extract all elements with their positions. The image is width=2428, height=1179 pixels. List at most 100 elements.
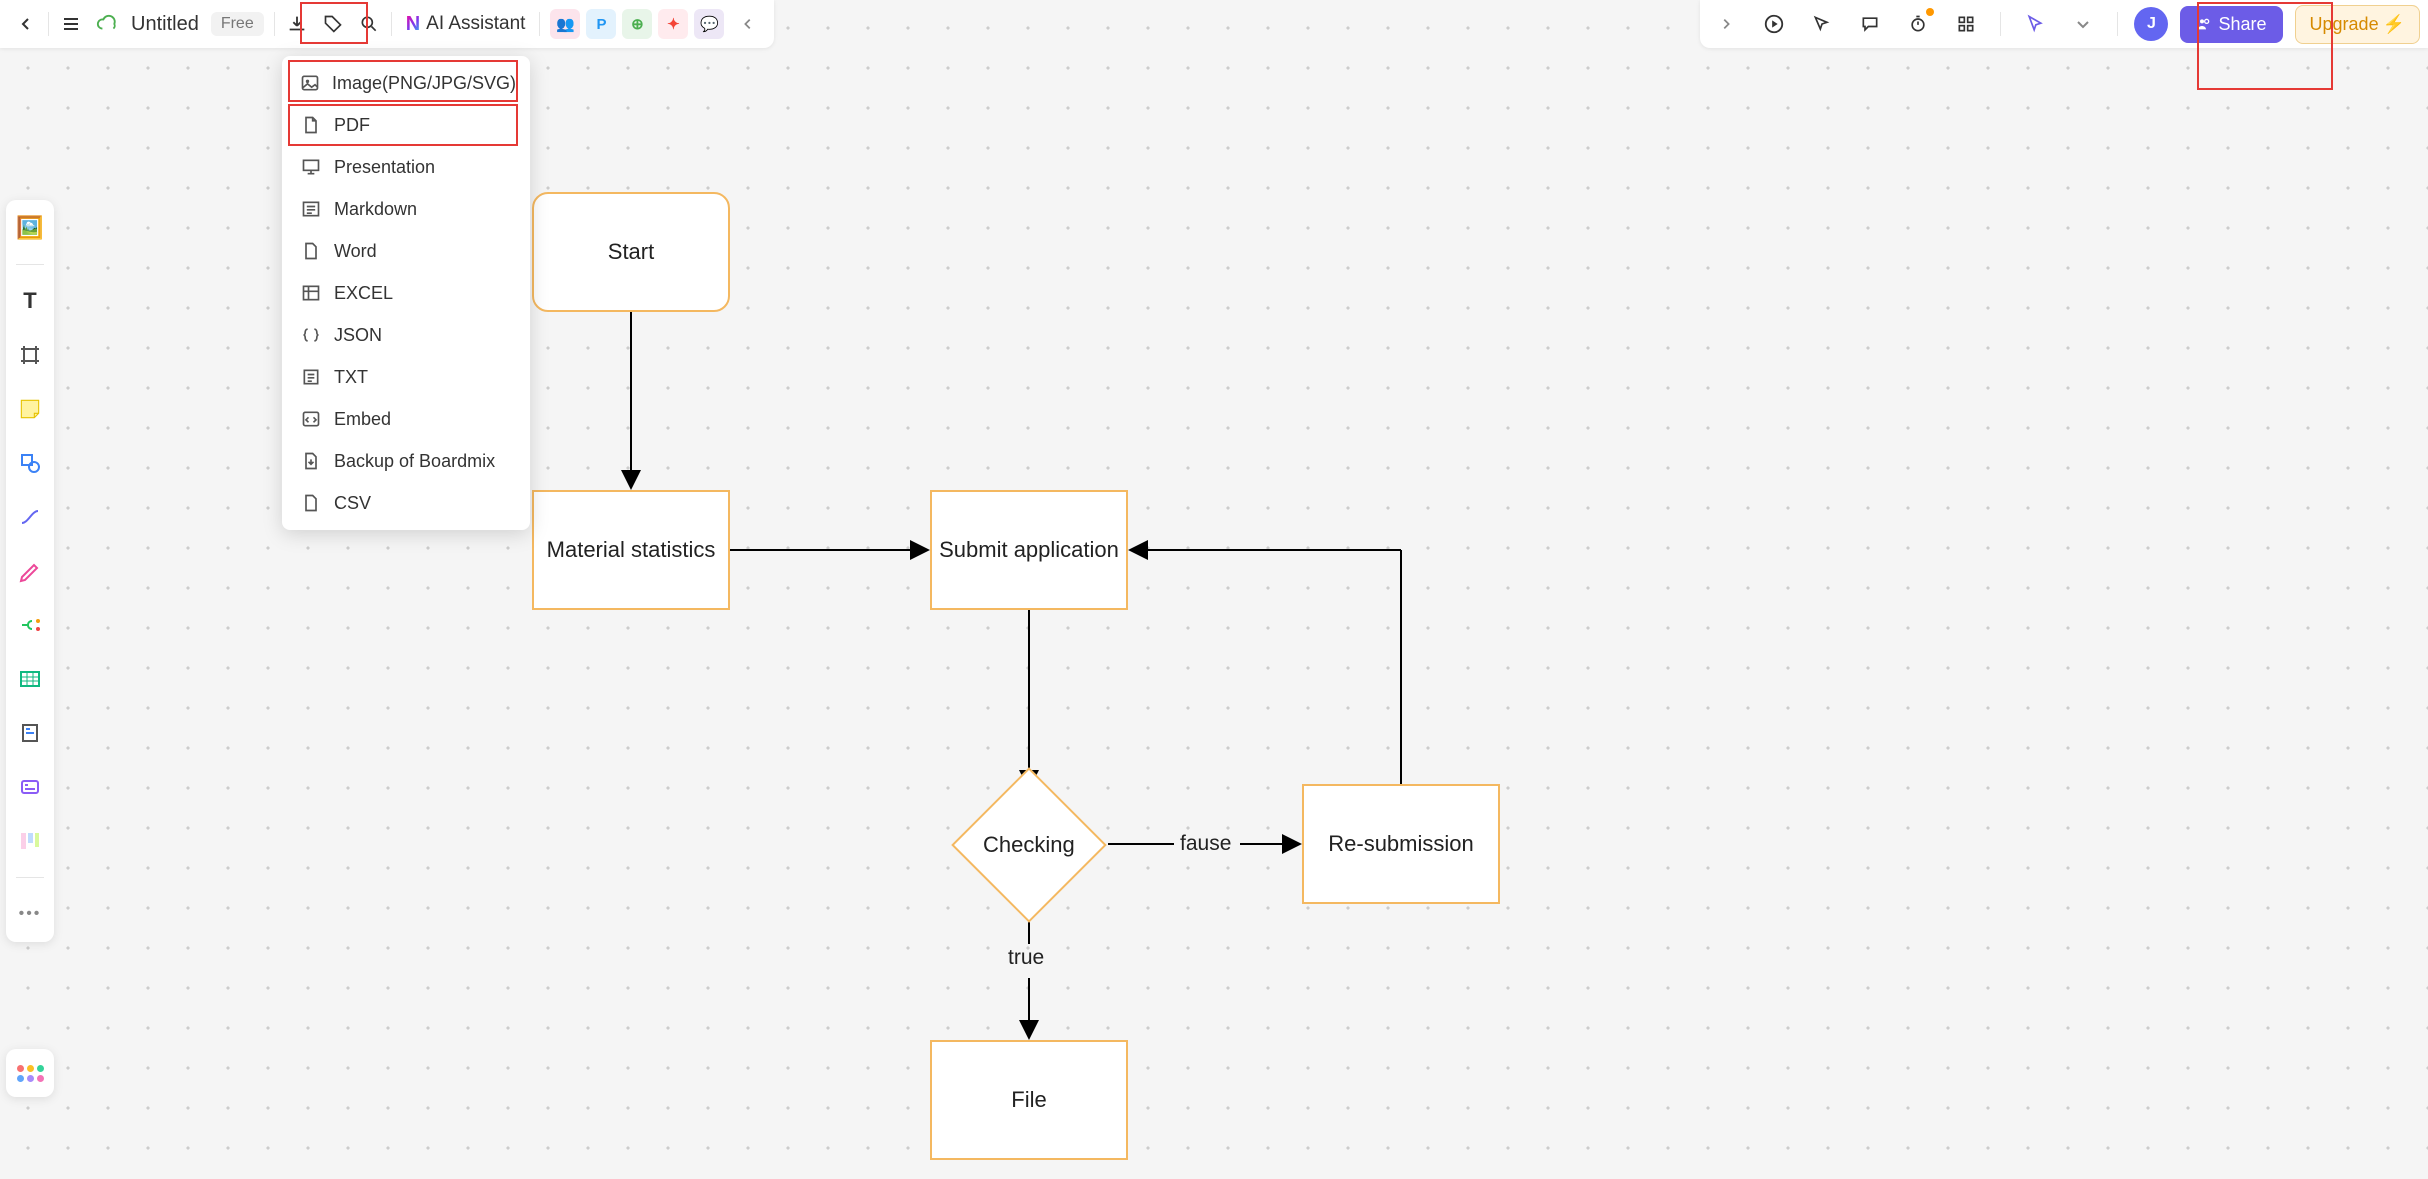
tool-table[interactable] (12, 661, 48, 697)
chevron-right-small-icon (1719, 17, 1733, 31)
tool-frame[interactable] (12, 337, 48, 373)
tag-button[interactable] (315, 6, 351, 42)
tool-shape[interactable] (12, 445, 48, 481)
chevron-left-icon (18, 16, 34, 32)
upgrade-button[interactable]: Upgrade ⚡ (2295, 5, 2420, 44)
more-tools-button[interactable] (2065, 6, 2101, 42)
chevron-left-small-icon (741, 17, 755, 31)
download-icon (286, 13, 308, 35)
edge-label-true: true (1008, 946, 1044, 970)
node-start[interactable]: Start (532, 192, 730, 312)
export-txt[interactable]: TXT (282, 356, 530, 398)
ai-assistant-button[interactable]: N AI Assistant (396, 6, 536, 42)
cursor-button[interactable] (1804, 6, 1840, 42)
tool-more[interactable]: ••• (12, 896, 48, 932)
comment-button[interactable] (1852, 6, 1888, 42)
export-image[interactable]: Image(PNG/JPG/SVG) (282, 62, 530, 104)
export-button[interactable] (279, 6, 315, 42)
user-avatar[interactable]: J (2134, 7, 2168, 41)
word-icon (300, 240, 322, 262)
export-backup[interactable]: Backup of Boardmix (282, 440, 530, 482)
node-start-label: Start (608, 239, 654, 265)
export-pdf[interactable]: PDF (282, 104, 530, 146)
pointer-mode-button[interactable] (2017, 6, 2053, 42)
search-button[interactable] (351, 6, 387, 42)
share-button[interactable]: Share (2180, 6, 2282, 43)
pointer-icon (2025, 14, 2045, 34)
collapse-left-button[interactable] (730, 6, 766, 42)
cloud-sync-button[interactable] (89, 6, 125, 42)
topbar-left: Untitled Free N AI Assistant 👥 P ⊕ ✦ 💬 (0, 0, 774, 48)
chip-chat-icon[interactable]: 💬 (694, 9, 724, 39)
tool-kanban[interactable] (12, 823, 48, 859)
back-button[interactable] (8, 6, 44, 42)
backup-icon (300, 450, 322, 472)
menu-button[interactable] (53, 6, 89, 42)
export-presentation[interactable]: Presentation (282, 146, 530, 188)
tool-text[interactable]: T (12, 283, 48, 319)
chip-people-icon[interactable]: 👥 (550, 9, 580, 39)
grid-icon (1956, 14, 1976, 34)
speech-bubble-icon (1860, 14, 1880, 34)
side-apps-button[interactable] (6, 1049, 54, 1097)
chip-flow-icon[interactable]: ✦ (658, 9, 688, 39)
plan-badge: Free (211, 12, 264, 36)
mindmap-icon (18, 613, 42, 637)
export-image-label: Image(PNG/JPG/SVG) (332, 73, 516, 94)
cursor-sparkle-icon (1812, 14, 1832, 34)
export-markdown-label: Markdown (334, 199, 417, 220)
timer-button[interactable] (1900, 6, 1936, 42)
node-material[interactable]: Material statistics (532, 490, 730, 610)
ai-assistant-label: AI Assistant (426, 13, 525, 35)
node-submit-label: Submit application (939, 537, 1119, 563)
node-file[interactable]: File (930, 1040, 1128, 1160)
tool-card[interactable] (12, 769, 48, 805)
hamburger-icon (61, 14, 81, 34)
share-label: Share (2218, 14, 2266, 35)
excel-icon (300, 282, 322, 304)
expand-right-button[interactable] (1708, 6, 1744, 42)
templates-icon: 🖼️ (16, 215, 43, 241)
chevron-down-icon (2075, 16, 2091, 32)
node-resub-label: Re-submission (1328, 831, 1474, 857)
markdown-icon (300, 198, 322, 220)
node-material-label: Material statistics (547, 537, 716, 563)
export-word[interactable]: Word (282, 230, 530, 272)
curve-icon (18, 505, 42, 529)
chip-org-icon[interactable]: ⊕ (622, 9, 652, 39)
tool-doc[interactable] (12, 715, 48, 751)
kanban-icon (18, 829, 42, 853)
sticky-note-icon (17, 396, 43, 422)
embed-icon (300, 408, 322, 430)
tool-templates[interactable]: 🖼️ (12, 210, 48, 246)
export-embed[interactable]: Embed (282, 398, 530, 440)
export-excel[interactable]: EXCEL (282, 272, 530, 314)
document-title[interactable]: Untitled (125, 13, 205, 36)
export-json[interactable]: JSON (282, 314, 530, 356)
export-presentation-label: Presentation (334, 157, 435, 178)
pen-icon (18, 559, 42, 583)
grid-view-button[interactable] (1948, 6, 1984, 42)
chip-p-icon[interactable]: P (586, 9, 616, 39)
export-csv[interactable]: CSV (282, 482, 530, 524)
tool-mindmap[interactable] (12, 607, 48, 643)
export-word-label: Word (334, 241, 377, 262)
presentation-icon (300, 156, 322, 178)
table-icon (18, 667, 42, 691)
tool-pen[interactable] (12, 553, 48, 589)
node-submit[interactable]: Submit application (930, 490, 1128, 610)
edge-label-fause: fause (1180, 832, 1231, 856)
shape-icon (18, 451, 42, 475)
dots-icon: ••• (19, 905, 42, 923)
node-resub[interactable]: Re-submission (1302, 784, 1500, 904)
export-markdown[interactable]: Markdown (282, 188, 530, 230)
tool-sticky[interactable] (12, 391, 48, 427)
people-icon (2196, 16, 2212, 32)
upgrade-label: Upgrade (2310, 14, 2379, 35)
node-file-label: File (1011, 1087, 1046, 1113)
doc-icon (18, 721, 42, 745)
apps-grid-icon (17, 1065, 44, 1082)
play-button[interactable] (1756, 6, 1792, 42)
frame-icon (18, 343, 42, 367)
tool-connector[interactable] (12, 499, 48, 535)
